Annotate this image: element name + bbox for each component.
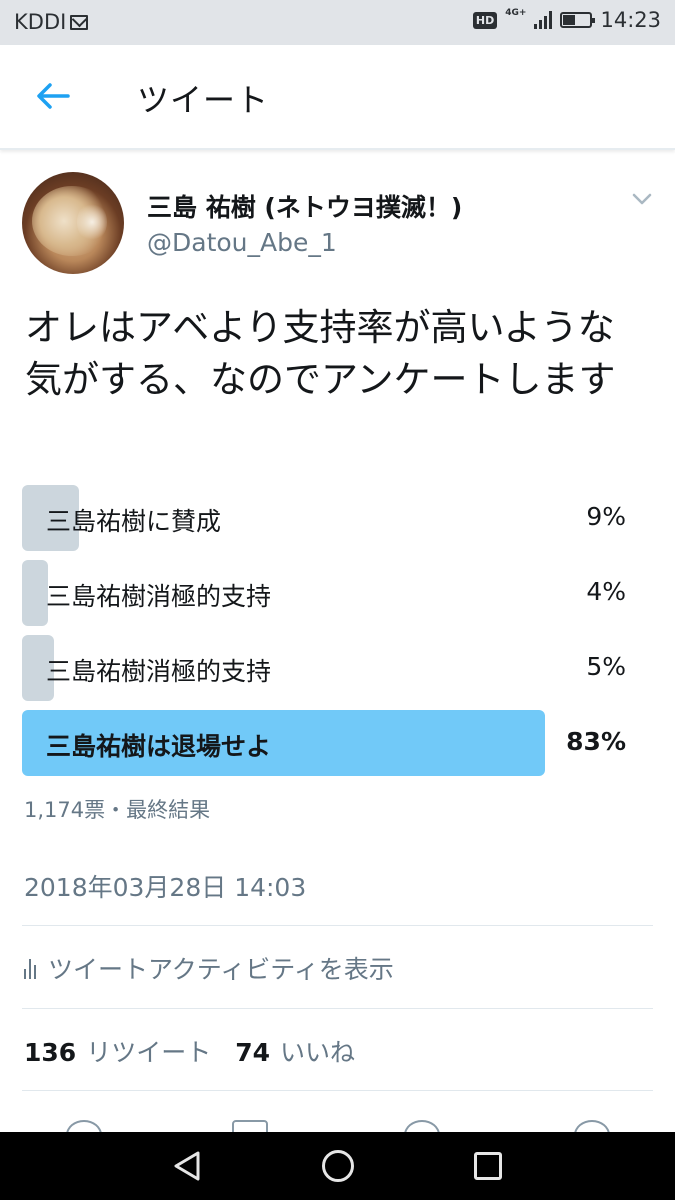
poll-bar bbox=[22, 560, 48, 626]
poll-option-label: 三島祐樹消極的支持 bbox=[46, 657, 272, 686]
mail-icon bbox=[70, 14, 89, 30]
retweet-label[interactable]: リツイート bbox=[86, 1033, 211, 1069]
carrier-info: KDDI bbox=[14, 10, 89, 34]
poll-option-percent: 5% bbox=[586, 652, 626, 681]
page-title: ツイート bbox=[137, 81, 270, 119]
nav-back-icon[interactable] bbox=[172, 1150, 202, 1182]
reply-icon[interactable] bbox=[66, 1120, 102, 1132]
engagement-stats: 136 リツイート 74 いいね bbox=[24, 1033, 369, 1069]
chevron-down-icon[interactable] bbox=[632, 192, 652, 206]
poll-option: 三島祐樹消極的支持 4% bbox=[22, 560, 652, 626]
tweet-text: オレはアベより支持率が高いような気がする、なのでアンケートします bbox=[25, 306, 616, 401]
like-count[interactable]: 74 bbox=[235, 1038, 270, 1067]
back-arrow-icon[interactable] bbox=[36, 83, 70, 109]
poll-option: 三島祐樹は退場せよ 83% bbox=[22, 710, 652, 776]
tweet-timestamp: 2018年03月28日 14:03 bbox=[24, 873, 307, 902]
divider bbox=[22, 925, 653, 926]
poll-option-percent: 83% bbox=[566, 727, 626, 756]
display-name[interactable]: 三島 祐樹 (ネトウヨ撲滅！) bbox=[147, 188, 462, 224]
android-nav-bar bbox=[0, 1132, 675, 1200]
status-time: 14:23 bbox=[600, 8, 661, 32]
nav-home-icon[interactable] bbox=[322, 1150, 354, 1182]
share-icon[interactable] bbox=[574, 1120, 610, 1132]
like-label[interactable]: いいね bbox=[280, 1033, 355, 1069]
poll-meta: 1,174票・最終結果 bbox=[24, 798, 211, 822]
activity-label: ツイートアクティビティを表示 bbox=[48, 955, 394, 984]
poll-option-label: 三島祐樹消極的支持 bbox=[46, 582, 272, 611]
app-header: ツイート bbox=[0, 45, 675, 150]
nav-recent-apps-icon[interactable] bbox=[474, 1152, 502, 1180]
status-icons: HD 4G+ 14:23 bbox=[472, 8, 661, 32]
tweet-activity-link[interactable]: ツイートアクティビティを表示 bbox=[24, 950, 394, 986]
network-type: 4G+ bbox=[505, 8, 527, 18]
bar-chart-icon bbox=[24, 957, 36, 979]
divider bbox=[22, 1008, 653, 1009]
poll-option: 三島祐樹消極的支持 5% bbox=[22, 635, 652, 701]
status-bar: KDDI HD 4G+ 14:23 bbox=[0, 0, 675, 45]
hd-icon: HD bbox=[472, 11, 498, 29]
poll-option-percent: 4% bbox=[586, 577, 626, 606]
divider bbox=[22, 1090, 653, 1091]
username[interactable]: @Datou_Abe_1 bbox=[147, 228, 337, 257]
action-bar bbox=[0, 1108, 675, 1132]
poll-option-label: 三島祐樹は退場せよ bbox=[46, 732, 272, 761]
poll-option-percent: 9% bbox=[586, 502, 626, 531]
battery-icon bbox=[560, 12, 596, 28]
poll-option: 三島祐樹に賛成 9% bbox=[22, 485, 652, 551]
retweet-count[interactable]: 136 bbox=[24, 1038, 76, 1067]
retweet-icon[interactable] bbox=[232, 1120, 268, 1132]
poll-option-label: 三島祐樹に賛成 bbox=[46, 507, 222, 536]
heart-icon[interactable] bbox=[404, 1120, 440, 1132]
avatar[interactable] bbox=[22, 172, 124, 274]
carrier-name: KDDI bbox=[14, 10, 67, 34]
signal-icon bbox=[534, 11, 553, 29]
